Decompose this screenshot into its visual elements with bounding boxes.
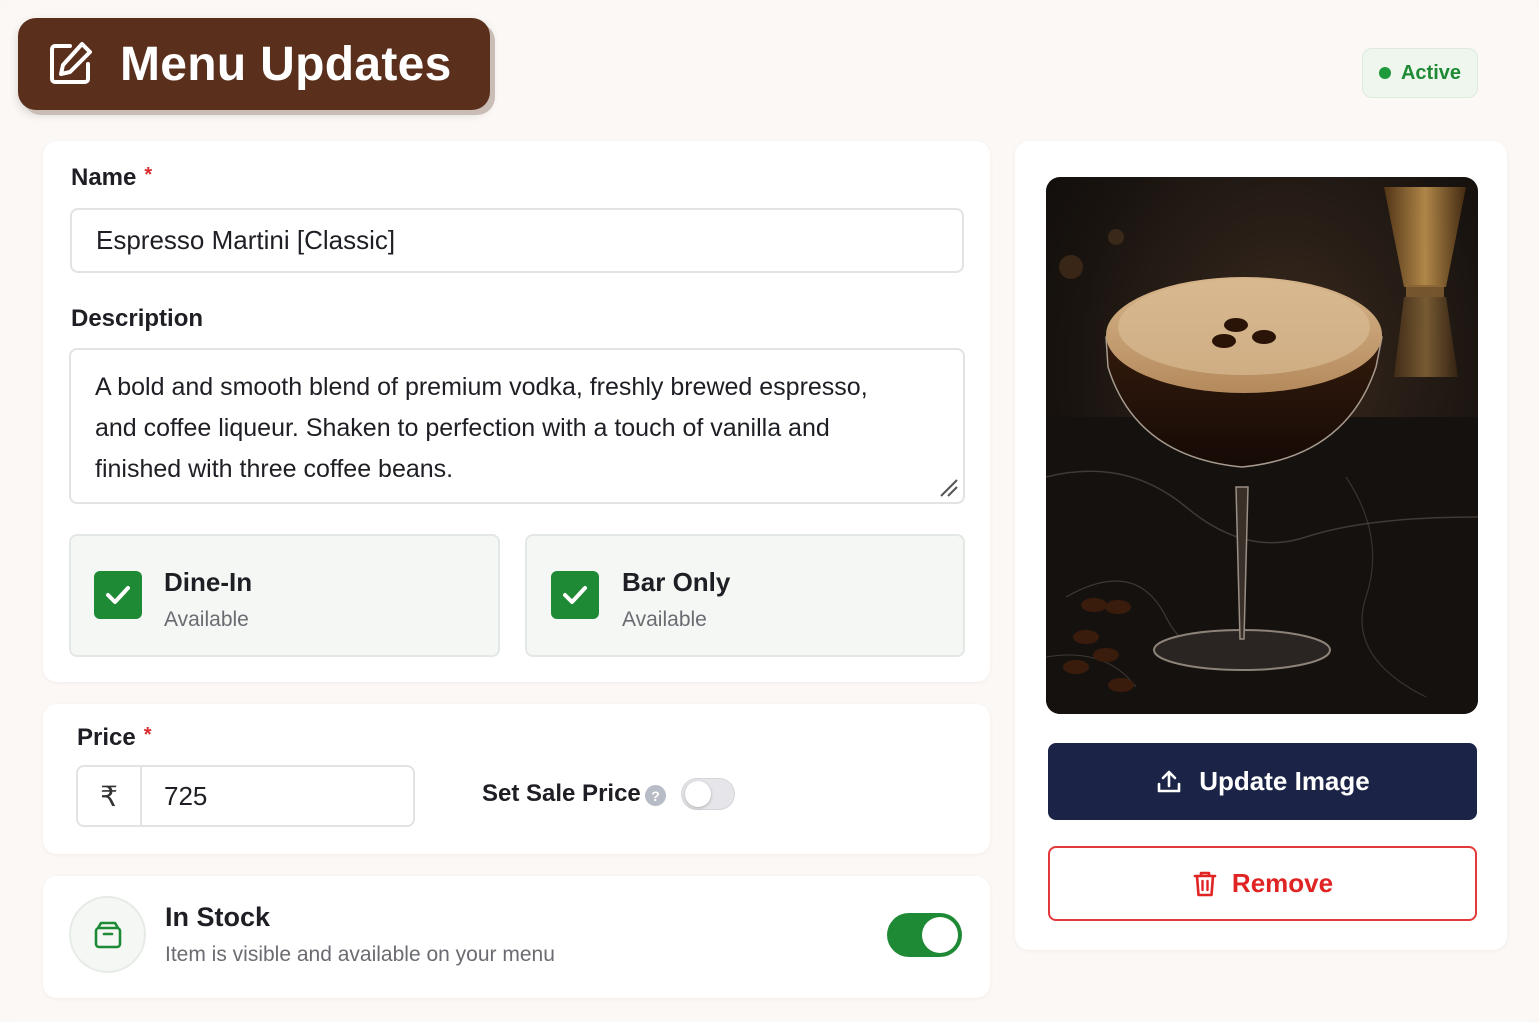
page-header: Menu Updates: [18, 18, 490, 110]
sale-price-label: Set Sale Price: [482, 780, 641, 807]
in-stock-toggle[interactable]: [887, 913, 962, 957]
page-title: Menu Updates: [120, 37, 452, 91]
price-value: 725: [164, 780, 208, 811]
name-label: Name *: [71, 164, 152, 192]
box-icon: [69, 896, 146, 973]
status-dot: [1378, 67, 1391, 79]
name-label-text: Name: [71, 164, 137, 191]
toggle-knob: [922, 917, 958, 953]
required-marker: *: [143, 724, 152, 746]
status-label: Active: [1400, 61, 1462, 84]
sale-price-toggle[interactable]: [681, 778, 735, 810]
remove-button[interactable]: Remove: [1048, 846, 1477, 921]
update-image-label: Update Image: [1199, 766, 1370, 796]
edit-square-icon: [46, 40, 94, 88]
check-icon: [563, 586, 587, 604]
bar-only-checkbox[interactable]: [551, 571, 599, 619]
dine-in-checkbox[interactable]: [94, 571, 142, 619]
currency-symbol: ₹: [78, 767, 142, 825]
price-label: Price *: [77, 724, 152, 752]
toggle-knob: [685, 781, 711, 807]
option-subtitle: Available: [622, 608, 707, 631]
stock-title: In Stock: [165, 902, 271, 932]
required-marker: *: [144, 164, 153, 186]
help-icon[interactable]: ?: [645, 785, 666, 806]
item-photo: [1046, 177, 1478, 714]
check-icon: [106, 586, 130, 604]
trash-icon: [1193, 871, 1217, 896]
stock-subtitle: Item is visible and available on your me…: [165, 943, 555, 966]
option-dine-in[interactable]: Dine-In Available: [69, 534, 500, 657]
description-label: Description: [71, 305, 204, 332]
stock-card: [43, 876, 990, 998]
description-field[interactable]: A bold and smooth blend of premium vodka…: [69, 348, 965, 504]
update-image-button[interactable]: Update Image: [1048, 743, 1477, 820]
remove-label: Remove: [1231, 868, 1334, 898]
name-field[interactable]: Espresso Martini [Classic]: [70, 208, 964, 273]
option-subtitle: Available: [164, 608, 249, 631]
status-badge: Active: [1362, 48, 1478, 98]
name-field-value: Espresso Martini [Classic]: [96, 225, 396, 255]
option-bar-only[interactable]: Bar Only Available: [525, 534, 965, 657]
upload-icon: [1157, 770, 1181, 792]
option-title: Bar Only: [622, 567, 731, 597]
option-title: Dine-In: [164, 567, 253, 597]
resize-handle-icon[interactable]: [937, 476, 959, 498]
description-text: A bold and smooth blend of premium vodka…: [95, 373, 868, 483]
price-input[interactable]: ₹ 725: [76, 765, 415, 827]
price-label-text: Price: [77, 724, 136, 751]
app-frame: Menu Updates Active Name * Espresso Marti…: [0, 0, 1539, 1022]
